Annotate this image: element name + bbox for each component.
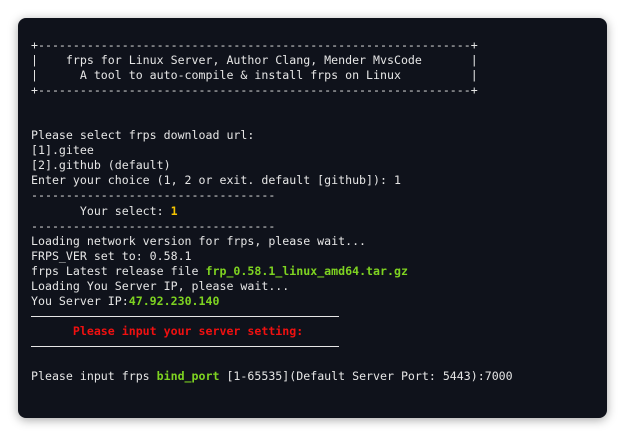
banner-line-2: | A tool to auto-compile & install frps … <box>31 68 478 83</box>
banner-line-1: | frps for Linux Server, Author Clang, M… <box>31 53 478 68</box>
terminal-output: +---------------------------------------… <box>31 38 513 384</box>
select-prompt: Please select frps download url: <box>31 128 255 143</box>
server-ip: 47.92.230.140 <box>128 293 220 308</box>
horizontal-rule <box>31 339 513 354</box>
choice-prompt: Enter your choice (1, 2 or exit. default… <box>31 173 401 188</box>
your-select-line: Your select: 1 <box>31 204 513 219</box>
port-prompt-line[interactable]: Please input frps bind_port [1-65535](De… <box>31 369 513 384</box>
page-frame: +---------------------------------------… <box>0 0 625 436</box>
server-ip-line: You Server IP:47.92.230.140 <box>31 294 513 309</box>
dash-separator: ----------------------------------- <box>31 188 276 203</box>
release-label: frps Latest release file <box>31 263 206 278</box>
horizontal-rule <box>31 309 513 324</box>
terminal-window[interactable]: +---------------------------------------… <box>18 18 607 418</box>
release-file: frp_0.58.1_linux_amd64.tar.gz <box>205 263 408 278</box>
setting-heading: Please input your server setting: <box>31 323 304 338</box>
dash-separator: ----------------------------------- <box>31 218 276 233</box>
port-prompt-suffix: [1-65535](Default Server Port: 5443): <box>219 369 485 384</box>
option-github: [2].github (default) <box>31 158 171 173</box>
port-prompt-prefix: Please input frps <box>31 369 157 384</box>
port-key: bind_port <box>156 369 220 384</box>
frps-version: FRPS_VER set to: 0.58.1 <box>31 248 192 263</box>
port-input[interactable]: 7000 <box>485 369 513 383</box>
banner-border-top: +---------------------------------------… <box>31 38 478 52</box>
release-line: frps Latest release file frp_0.58.1_linu… <box>31 264 513 279</box>
banner-border-bottom: +---------------------------------------… <box>31 83 478 98</box>
loading-ip: Loading You Server IP, please wait... <box>31 278 290 293</box>
server-ip-label: You Server IP: <box>31 293 129 308</box>
your-select-value: 1 <box>170 203 178 218</box>
option-gitee: [1].gitee <box>31 143 94 158</box>
your-select-label: Your select: <box>31 203 171 218</box>
loading-version: Loading network version for frps, please… <box>31 233 367 248</box>
